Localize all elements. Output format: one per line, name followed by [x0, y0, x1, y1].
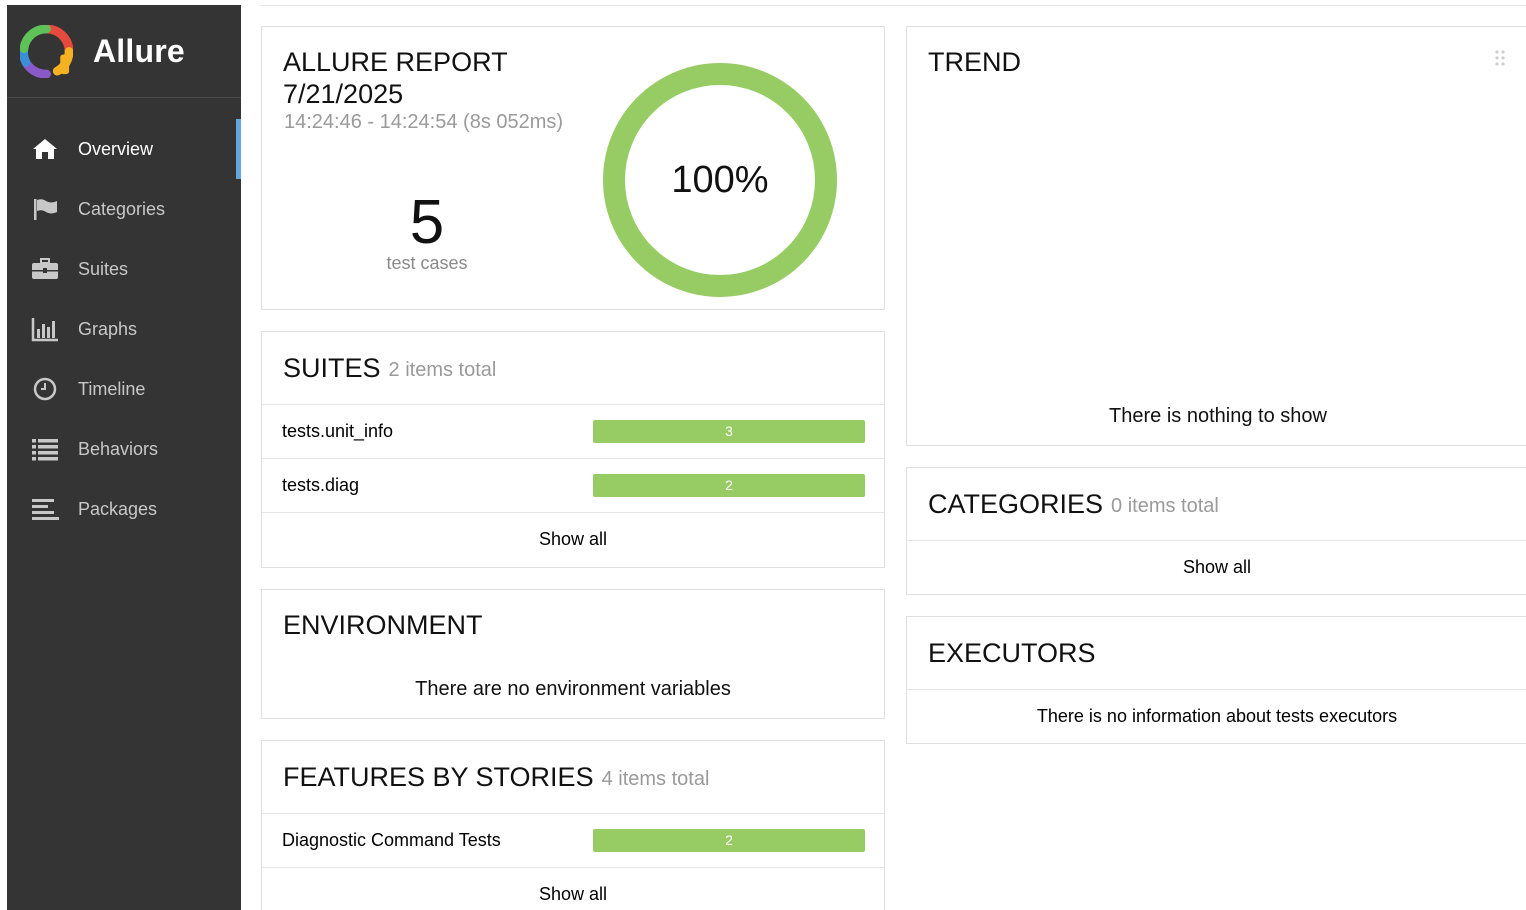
sidebar-item-packages[interactable]: Packages [7, 479, 241, 539]
sidebar-item-label: Graphs [78, 318, 138, 339]
clock-icon [31, 375, 59, 403]
feature-name: Diagnostic Command Tests [282, 830, 501, 850]
features-header: FEATURES BY STORIES 4 items total [262, 741, 884, 813]
trend-empty-message: There is nothing to show [1109, 405, 1327, 427]
suite-name: tests.diag [282, 475, 360, 495]
feature-row[interactable]: Diagnostic Command Tests 2 [262, 813, 884, 867]
sidebar: Allure Overview Categories Suites Graphs… [7, 5, 241, 910]
environment-widget: ENVIRONMENT There are no environment var… [261, 589, 885, 719]
suites-header: SUITES 2 items total [262, 332, 884, 404]
trend-title: TREND [928, 47, 1021, 77]
environment-title: ENVIRONMENT [283, 610, 483, 640]
align-left-icon [31, 495, 59, 523]
categories-widget: CATEGORIES 0 items total Show all [906, 467, 1526, 595]
sidebar-item-label: Timeline [78, 378, 146, 399]
drag-handle-icon[interactable] [1494, 49, 1506, 67]
categories-total: 0 items total [1111, 495, 1219, 517]
summary-widget: ALLURE REPORT 7/21/2025 14:24:46 - 14:24… [261, 26, 885, 310]
categories-header: CATEGORIES 0 items total [907, 468, 1526, 540]
sidebar-item-graphs[interactable]: Graphs [7, 299, 241, 359]
sidebar-item-label: Packages [78, 498, 158, 519]
features-show-all-link[interactable]: Show all [262, 867, 884, 910]
report-time-range: 14:24:46 - 14:24:54 (8s 052ms) [284, 111, 564, 133]
divider [261, 5, 1526, 6]
suite-row[interactable]: tests.unit_info 3 [262, 404, 884, 458]
categories-show-all-link[interactable]: Show all [907, 540, 1526, 594]
bar-chart-icon [31, 315, 59, 343]
sidebar-item-suites[interactable]: Suites [7, 239, 241, 299]
categories-title: CATEGORIES [928, 488, 1104, 519]
window-edge [0, 0, 7, 910]
trend-widget: TREND There is nothing to show [906, 26, 1526, 446]
list-icon [31, 435, 59, 463]
test-count-label: test cases [386, 253, 468, 273]
executors-title: EXECUTORS [928, 637, 1096, 668]
flag-icon [31, 195, 59, 223]
suite-name: tests.unit_info [282, 421, 394, 441]
report-date: 7/21/2025 [283, 79, 404, 109]
suites-title: SUITES [283, 352, 381, 383]
sidebar-nav: Overview Categories Suites Graphs Timeli… [7, 119, 241, 539]
sidebar-item-timeline[interactable]: Timeline [7, 359, 241, 419]
sidebar-item-categories[interactable]: Categories [7, 179, 241, 239]
sidebar-item-label: Behaviors [78, 438, 159, 459]
suite-passed-bar: 3 [593, 420, 865, 443]
environment-empty-message: There are no environment variables [415, 678, 731, 700]
brand-name: Allure [93, 32, 185, 69]
suites-widget: SUITES 2 items total tests.unit_info 3 t… [261, 331, 885, 568]
report-title: ALLURE REPORT [283, 47, 508, 77]
allure-logo-icon [20, 24, 73, 78]
sidebar-item-overview[interactable]: Overview [7, 119, 241, 179]
test-count: 5 [409, 188, 445, 257]
sidebar-item-label: Categories [78, 198, 166, 219]
features-widget: FEATURES BY STORIES 4 items total Diagno… [261, 740, 885, 910]
allure-report-app: Allure Overview Categories Suites Graphs… [0, 0, 1526, 910]
brand[interactable]: Allure [7, 5, 241, 98]
home-icon [31, 135, 59, 163]
sidebar-item-label: Overview [78, 138, 154, 159]
executors-header: EXECUTORS [907, 617, 1526, 689]
features-total: 4 items total [601, 768, 710, 790]
sidebar-item-behaviors[interactable]: Behaviors [7, 419, 241, 479]
feature-passed-bar: 2 [593, 829, 865, 852]
briefcase-icon [31, 255, 59, 283]
executors-widget: EXECUTORS There is no information about … [906, 616, 1526, 744]
executors-empty-message: There is no information about tests exec… [907, 689, 1526, 743]
suites-show-all-link[interactable]: Show all [262, 512, 884, 566]
main-content: ALLURE REPORT 7/21/2025 14:24:46 - 14:24… [241, 5, 1526, 910]
suite-row[interactable]: tests.diag 2 [262, 458, 884, 512]
features-title: FEATURES BY STORIES [283, 761, 594, 792]
sidebar-item-label: Suites [78, 258, 129, 279]
suite-passed-bar: 2 [593, 474, 865, 497]
pass-rate-percent: 100% [671, 159, 769, 201]
suites-total: 2 items total [388, 359, 497, 381]
